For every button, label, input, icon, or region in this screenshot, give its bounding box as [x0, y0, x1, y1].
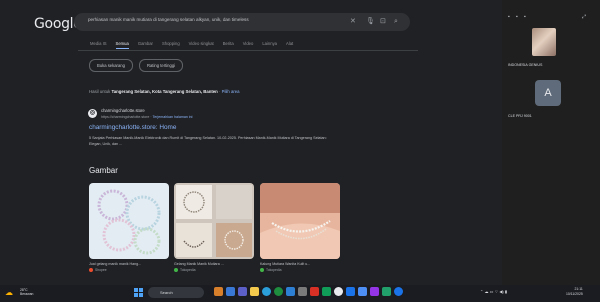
chrome-profile-icon[interactable] — [394, 287, 403, 296]
file-explorer-icon[interactable] — [214, 287, 223, 296]
mail-icon[interactable] — [226, 287, 235, 296]
image-caption[interactable]: Gelang Manik Manik Mutiara ... — [174, 262, 254, 266]
location-prefix: Hasil untuk — [89, 89, 111, 94]
store-icon[interactable] — [286, 287, 295, 296]
participant-video[interactable] — [532, 28, 556, 56]
folder-icon[interactable] — [250, 287, 259, 296]
source-logo-icon — [174, 268, 178, 272]
image-thumbnail[interactable] — [174, 183, 254, 259]
tab-images[interactable]: Gambar — [138, 41, 153, 49]
participant-name: CLE PRJ 9001 — [508, 114, 532, 118]
tab-more[interactable]: Lainnya — [262, 41, 277, 49]
source-logo-icon — [260, 268, 264, 272]
result-url[interactable]: https://charmingcharlotte.store — [101, 115, 149, 119]
tab-short-videos[interactable]: Video singkat — [189, 41, 214, 49]
app-icon[interactable] — [370, 287, 379, 296]
result-title[interactable]: charmingcharlotte.store: Home — [89, 124, 176, 131]
source-name: Tokopedia — [180, 268, 196, 272]
participant-avatar[interactable]: A — [535, 80, 561, 106]
mic-icon[interactable]: 🎙 — [366, 17, 375, 27]
taskbar-search[interactable]: Search — [148, 287, 204, 298]
image-card[interactable]: Kalung Mutiara Wanita Kulit u... Tokoped… — [260, 183, 340, 272]
tab-tools[interactable]: Alat — [286, 41, 293, 49]
participant-name: INDONESIA GENIUS — [508, 63, 543, 67]
teams-icon[interactable] — [238, 287, 247, 296]
image-caption[interactable]: Jual gelang manik manik Hang... — [89, 262, 169, 266]
result-snippet: 5 Sanjata Perhiasan Manik-Manik Elektron… — [89, 136, 327, 146]
tabs-divider — [78, 50, 418, 51]
lens-icon[interactable]: ⊡ — [380, 17, 386, 27]
image-source: Tokopedia — [174, 268, 254, 272]
app-icon[interactable] — [334, 287, 343, 296]
taskbar-clock[interactable]: 21:11 10/11/2025 — [566, 287, 583, 296]
choose-area-link[interactable]: Pilih area — [222, 89, 240, 94]
system-tray[interactable]: ⌃ ☁ ▭ ⌔ ◀) ▮ — [480, 289, 507, 295]
source-name: Tokopedia — [266, 268, 282, 272]
image-card[interactable]: Jual gelang manik manik Hang... Shopee — [89, 183, 169, 272]
chip-open-now[interactable]: Buka sekarang — [89, 59, 133, 72]
mic-status-icon[interactable]: ▪ — [524, 14, 526, 20]
weather-widget[interactable]: 28°C Berawan — [20, 288, 33, 296]
tab-media[interactable]: Media IS — [90, 41, 107, 49]
filter-chips: Buka sekarang Rating tertinggi — [89, 59, 184, 72]
chip-top-rated[interactable]: Rating tertinggi — [138, 59, 184, 72]
app-icon[interactable] — [382, 287, 391, 296]
image-source: Tokopedia — [260, 268, 340, 272]
chrome-icon[interactable] — [274, 287, 283, 296]
location-place: Tangerang Selatan, Kota Tangerang Selata… — [111, 89, 218, 94]
browser-window: Google perhiasan manik manik mutiara di … — [0, 0, 600, 285]
camera-icon[interactable]: ▪ — [516, 14, 518, 20]
search-query[interactable]: perhiasan manik manik mutiara di tangera… — [88, 17, 249, 22]
clear-icon[interactable]: ✕ — [350, 17, 356, 27]
result-site-name[interactable]: charmingcharlotte.store — [101, 108, 145, 113]
image-thumbnail[interactable] — [89, 183, 169, 259]
image-source: Shopee — [89, 268, 169, 272]
image-card[interactable]: Gelang Manik Manik Mutiara ... Tokopedia — [174, 183, 254, 272]
tab-shopping[interactable]: Shopping — [162, 41, 180, 49]
source-name: Shopee — [95, 268, 107, 272]
app-icon[interactable] — [322, 287, 331, 296]
weather-icon[interactable]: ☁ — [5, 288, 13, 298]
location-line: Hasil untuk Tangerang Selatan, Kota Tang… — [89, 89, 240, 94]
settings-icon[interactable] — [298, 287, 307, 296]
meeting-menu-icon[interactable]: ▪ — [508, 14, 510, 20]
result-url-line: https://charmingcharlotte.store · Terjem… — [101, 115, 193, 119]
tab-all[interactable]: Semua — [115, 41, 129, 49]
windows-start-icon[interactable] — [134, 288, 143, 297]
word-icon[interactable] — [346, 287, 355, 296]
images-heading: Gambar — [89, 166, 118, 175]
source-logo-icon — [89, 268, 93, 272]
clock-date: 10/11/2025 — [566, 291, 583, 296]
weather-desc: Berawan — [20, 292, 34, 296]
tab-videos[interactable]: Video — [243, 41, 254, 49]
tab-news[interactable]: Berita — [223, 41, 234, 49]
image-caption[interactable]: Kalung Mutiara Wanita Kulit u... — [260, 262, 340, 266]
search-bar[interactable]: perhiasan manik manik mutiara di tangera… — [74, 13, 410, 31]
search-tabs: Media IS Semua Gambar Shopping Video sin… — [90, 41, 293, 49]
app-icon[interactable] — [358, 287, 367, 296]
site-favicon: ◎ — [88, 109, 97, 118]
image-thumbnail[interactable] — [260, 183, 340, 259]
expand-icon[interactable]: ⤢ — [582, 14, 586, 20]
translate-link[interactable]: Terjemahkan halaman ini — [152, 115, 192, 119]
edge-icon[interactable] — [262, 287, 271, 296]
app-icon[interactable] — [310, 287, 319, 296]
search-icon[interactable]: ⌕ — [394, 17, 398, 27]
